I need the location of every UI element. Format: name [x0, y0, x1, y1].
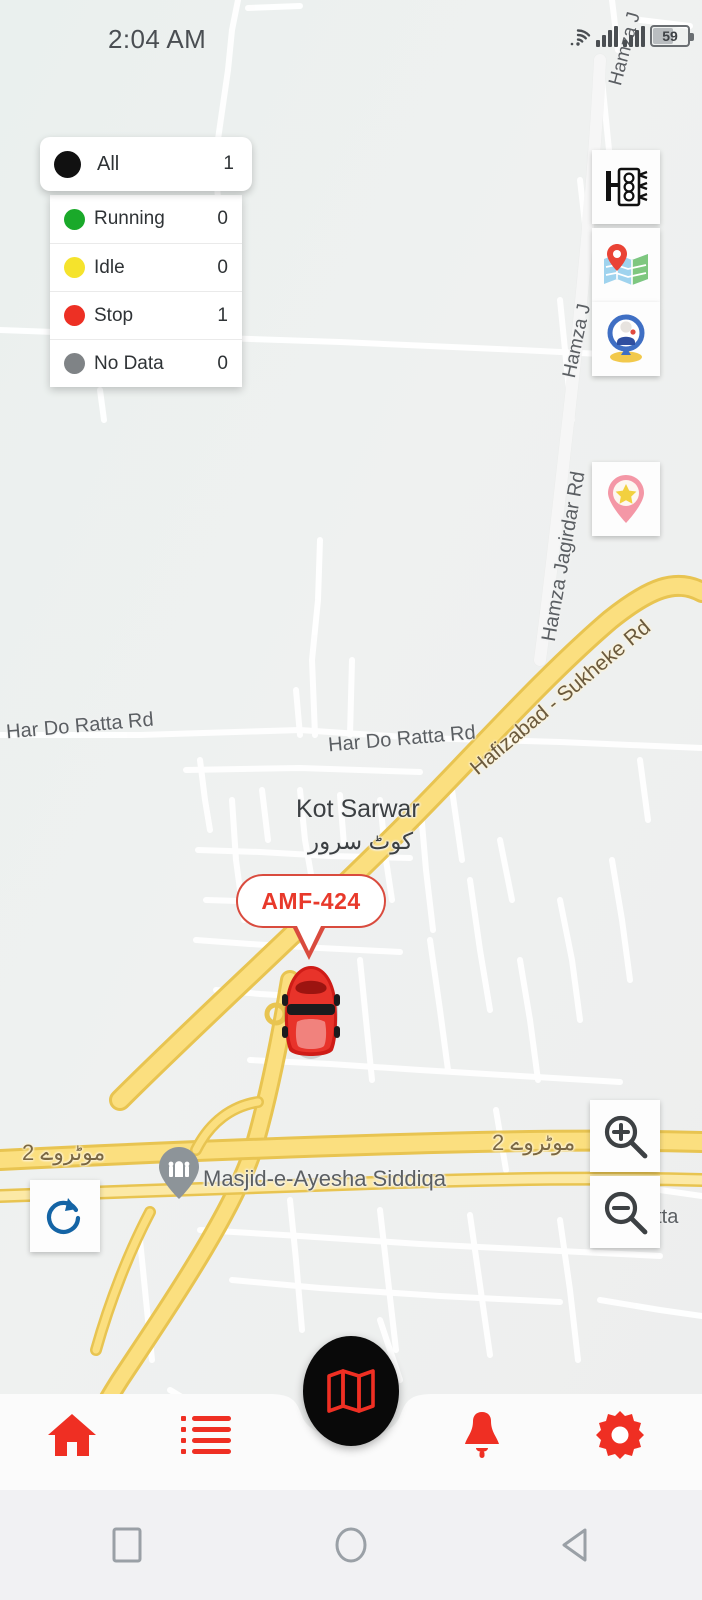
status-dot-stop: [64, 305, 85, 326]
nav-map[interactable]: [303, 1336, 399, 1446]
bottom-navigation-bar: [0, 1336, 702, 1490]
magnifier-plus-icon: [604, 1115, 648, 1159]
legend-row-all[interactable]: All 1: [40, 137, 252, 191]
vehicle-plate-callout[interactable]: AMF-424: [236, 874, 386, 928]
legend-row-idle[interactable]: Idle 0: [50, 243, 242, 291]
legend-count-stop: 1: [217, 304, 228, 326]
pegman-icon: [607, 314, 645, 363]
legend-count-idle: 0: [217, 256, 228, 278]
nav-alerts[interactable]: [434, 1380, 530, 1490]
legend-count-all: 1: [223, 153, 234, 174]
triangle-back-icon: [562, 1528, 587, 1562]
gear-icon: [596, 1411, 644, 1459]
legend-row-stop[interactable]: Stop 1: [50, 291, 242, 339]
status-dot-idle: [64, 257, 85, 278]
legend-label-stop: Stop: [94, 304, 134, 326]
legend-row-no-data[interactable]: No Data 0: [50, 339, 242, 387]
legend-label-idle: Idle: [94, 256, 125, 278]
vehicle-car-icon[interactable]: [278, 964, 344, 1065]
zoom-out-button[interactable]: [590, 1176, 660, 1248]
magnifier-minus-icon: [604, 1191, 648, 1235]
vehicle-marker[interactable]: AMF-424: [236, 874, 386, 1059]
refresh-icon: [46, 1198, 81, 1234]
map-icon: [327, 1369, 375, 1413]
home-button[interactable]: [321, 1515, 381, 1575]
street-view-button[interactable]: [592, 302, 660, 376]
back-button[interactable]: [545, 1515, 605, 1575]
android-system-nav: [0, 1490, 702, 1600]
traffic-button[interactable]: [592, 150, 660, 224]
vehicle-plate-label: AMF-424: [261, 887, 361, 914]
layers-button[interactable]: [592, 228, 660, 302]
square-recents-icon: [112, 1527, 142, 1563]
home-icon: [48, 1414, 96, 1456]
legend-count-running: 0: [217, 208, 228, 229]
legend-count-no-data: 0: [217, 352, 228, 374]
circle-home-icon: [335, 1527, 367, 1563]
car-top-view-icon: [282, 966, 340, 1059]
traffic-light-icon: [606, 167, 648, 207]
nav-list[interactable]: [158, 1380, 254, 1490]
app-root: Har Do Ratta Rd Har Do Ratta Rd Hamza Ja…: [0, 0, 702, 1600]
status-dot-nodata: [64, 353, 85, 374]
nav-home[interactable]: [24, 1380, 120, 1490]
mosque-pin-icon: [159, 1147, 199, 1199]
legend-label-all: All: [97, 152, 120, 175]
recents-button[interactable]: [97, 1515, 157, 1575]
nav-settings[interactable]: [572, 1380, 668, 1490]
bell-icon: [465, 1412, 499, 1458]
callout-pointer: [292, 924, 326, 960]
poi-masjid-marker[interactable]: [158, 1146, 200, 1205]
legend-rows: Running 0 Idle 0 Stop 1 No Data 0: [50, 195, 242, 387]
status-dot-running: [64, 208, 85, 230]
legend-label-running: Running: [94, 208, 165, 229]
favorite-place-button[interactable]: [592, 462, 660, 536]
refresh-button[interactable]: [30, 1180, 100, 1252]
legend-row-running[interactable]: Running 0: [50, 195, 242, 243]
zoom-in-button[interactable]: [590, 1100, 660, 1172]
legend-label-no-data: No Data: [94, 352, 164, 374]
status-dot-all: [54, 150, 81, 178]
star-pin-icon: [608, 475, 644, 523]
list-icon: [181, 1416, 231, 1454]
map-layers-icon: [604, 244, 648, 285]
vehicle-status-legend: All 1 Running 0 Idle 0 Stop 1 No Data 0: [40, 137, 252, 387]
